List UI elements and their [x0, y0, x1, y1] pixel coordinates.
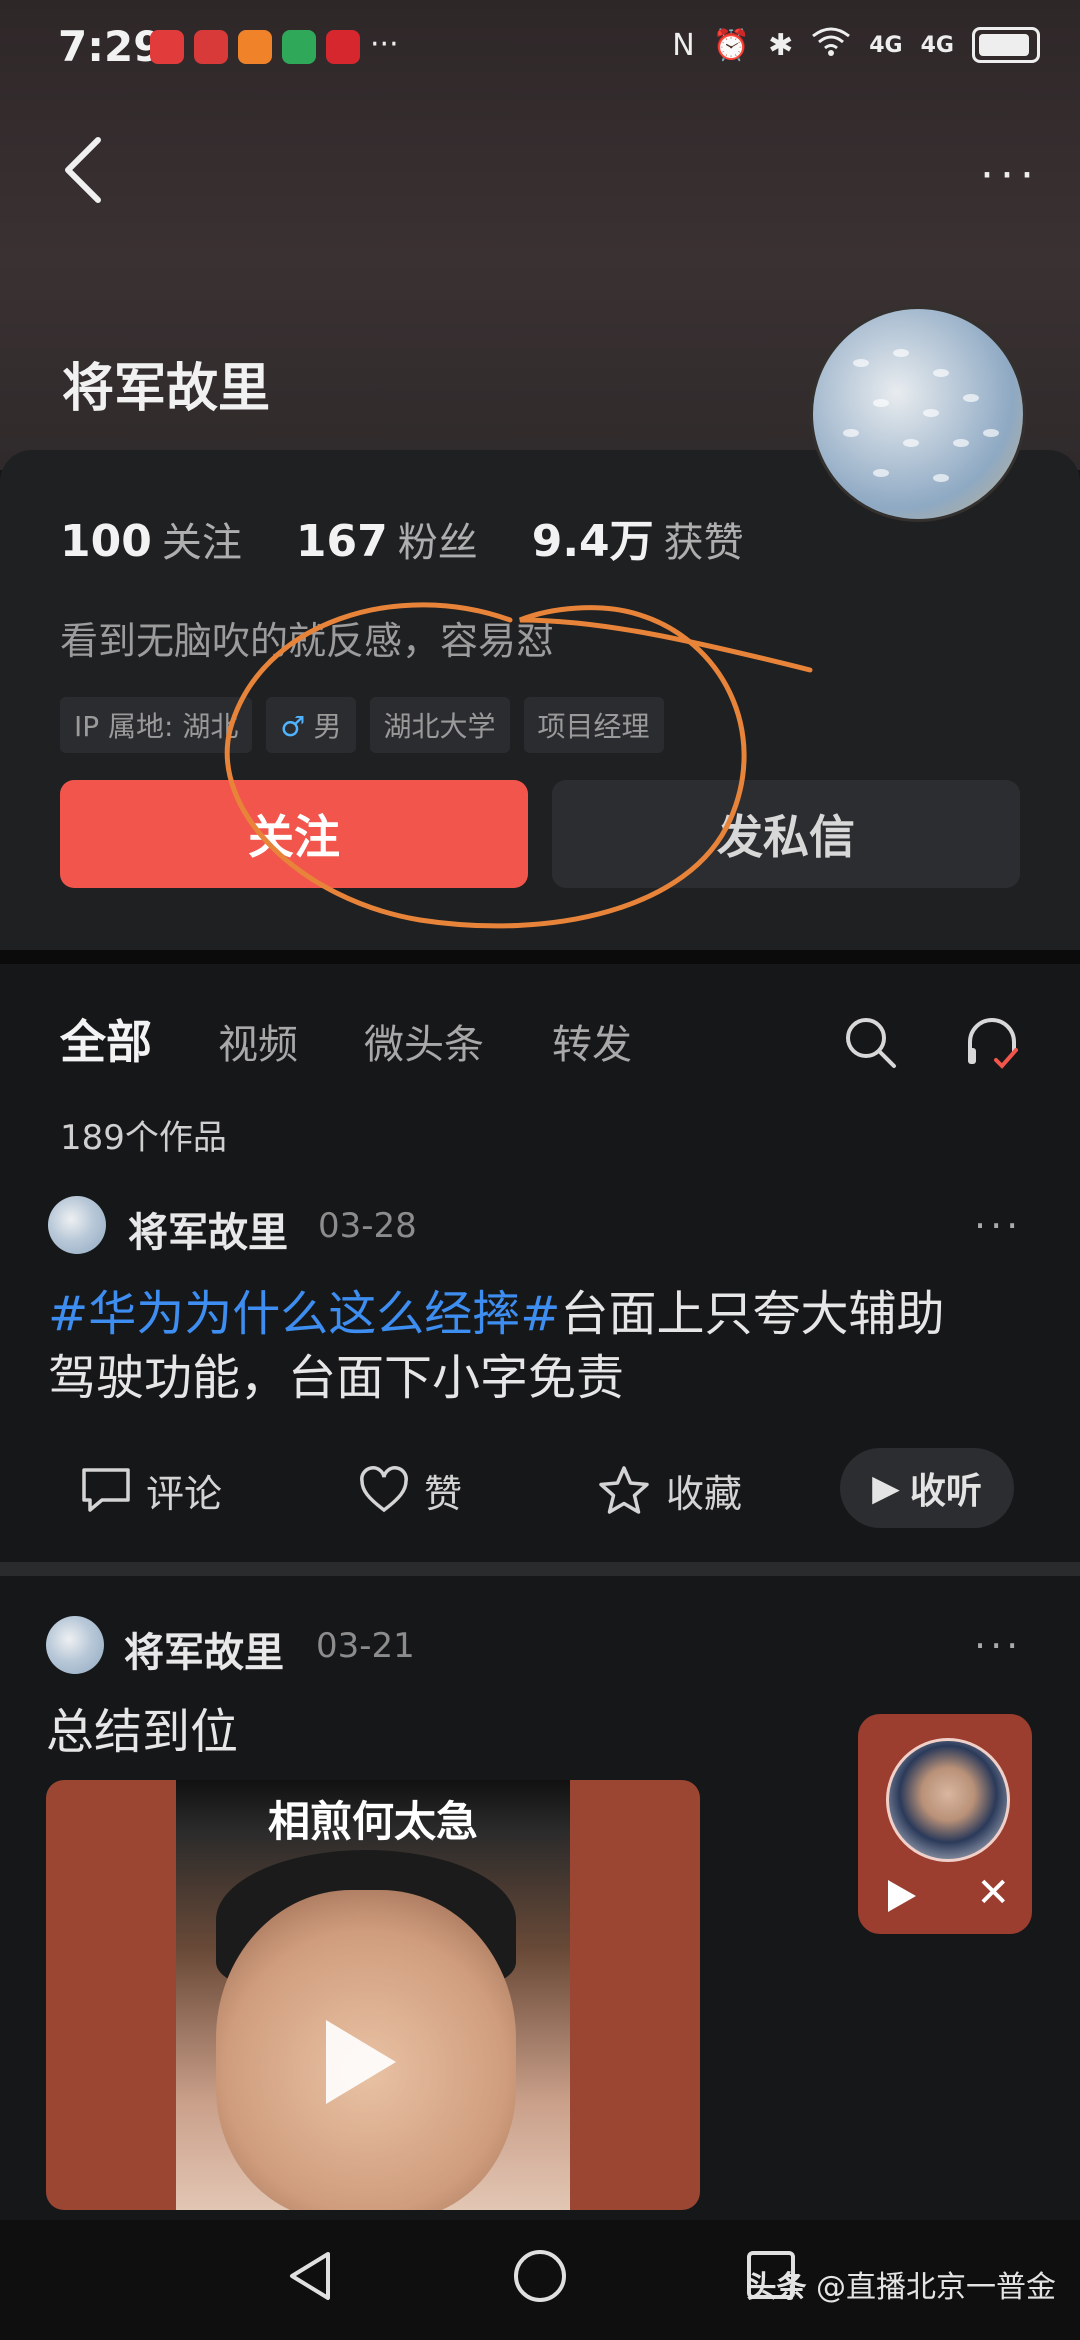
more-options-icon[interactable]: ···	[980, 150, 1040, 201]
content-tabs	[0, 964, 1080, 1084]
post-more-icon[interactable]: ···	[974, 1204, 1022, 1248]
post-author-avatar[interactable]	[46, 1616, 104, 1674]
floating-player-thumbnail[interactable]	[886, 1738, 1010, 1862]
video-play-icon[interactable]	[326, 2020, 396, 2104]
collect-label: 收藏	[666, 1471, 743, 1516]
headphone-icon[interactable]	[962, 1014, 1022, 1078]
status-bar: 7:29 ··· N ⏰ ✱ 4G 4G	[0, 0, 1080, 100]
nfc-icon: N	[672, 27, 695, 63]
collect-button[interactable]: 收藏	[596, 1463, 742, 1518]
profile-avatar[interactable]	[810, 306, 1026, 522]
post-author-avatar[interactable]	[48, 1196, 106, 1254]
post-author-name[interactable]: 将军故里	[128, 1200, 288, 1258]
profile-name: 将军故里	[62, 359, 271, 419]
works-count: 189个作品	[60, 1118, 227, 1158]
annotation-circle	[224, 602, 813, 929]
floating-player[interactable]: ✕	[858, 1714, 1032, 1934]
play-icon: ▶	[872, 1467, 900, 1509]
back-arrow-icon[interactable]	[58, 130, 108, 210]
nav-home-icon[interactable]	[512, 2248, 568, 2308]
status-time: 7:29	[58, 22, 163, 71]
comment-button[interactable]: 评论	[80, 1463, 358, 1518]
listen-label: 收听	[909, 1471, 982, 1512]
heart-icon	[360, 1466, 408, 1513]
post-date: 03-21	[316, 1626, 415, 1666]
post-date: 03-28	[318, 1206, 417, 1246]
floating-close-icon[interactable]: ✕	[976, 1870, 1010, 1916]
tab-all[interactable]: 全部	[60, 1006, 152, 1072]
post-author-name[interactable]: 将军故里	[124, 1620, 284, 1678]
more-notifications-icon: ···	[370, 27, 399, 62]
app-notification-icon	[238, 30, 272, 64]
app-notification-icon	[150, 30, 184, 64]
system-icons: N ⏰ ✱ 4G 4G	[672, 26, 1040, 64]
star-icon	[599, 1466, 649, 1514]
notification-icons: ···	[150, 30, 399, 70]
signal-icon: 4G	[869, 32, 903, 58]
like-button[interactable]: 赞	[358, 1463, 596, 1518]
watermark-brand: 头条	[746, 2270, 807, 2305]
watermark: 头条 @直播北京一普金	[746, 2262, 1056, 2306]
following-count[interactable]: 100	[60, 516, 152, 567]
video-thumbnail[interactable]: 相煎何太急	[46, 1780, 700, 2210]
post-text[interactable]: #华为为什么这么经摔#台面上只夸大辅助 驾驶功能，台面下小字免责	[48, 1282, 1048, 1410]
app-notification-icon	[194, 30, 228, 64]
alarm-icon: ⏰	[712, 27, 751, 63]
comment-label: 评论	[146, 1471, 223, 1516]
tab-video[interactable]: 视频	[218, 1012, 298, 1070]
battery-icon	[972, 27, 1040, 63]
listen-button[interactable]: ▶ 收听	[840, 1448, 1014, 1528]
tab-repost[interactable]: 转发	[552, 1012, 632, 1070]
post-more-icon[interactable]: ···	[974, 1624, 1022, 1668]
app-notification-icon	[326, 30, 360, 64]
nav-back-icon[interactable]	[284, 2248, 336, 2308]
app-notification-icon	[282, 30, 316, 64]
signal-icon: 4G	[920, 32, 954, 58]
bluetooth-icon: ✱	[768, 27, 794, 63]
video-caption: 相煎何太急	[267, 1797, 478, 1846]
like-label: 赞	[424, 1471, 463, 1516]
section-divider	[0, 950, 1080, 964]
post-hashtag[interactable]: #华为为什么这么经摔#	[48, 1286, 560, 1342]
search-icon[interactable]	[842, 1014, 898, 1074]
post-text-line2: 驾驶功能，台面下小字免责	[48, 1350, 625, 1406]
watermark-handle: @直播北京一普金	[816, 2270, 1056, 2305]
post-text-line1: 台面上只夸大辅助	[560, 1286, 945, 1342]
post-separator	[0, 1562, 1080, 1576]
wifi-icon	[811, 26, 851, 64]
floating-play-icon[interactable]	[888, 1880, 916, 1912]
post-actions: 评论 赞 收藏	[80, 1450, 742, 1530]
tab-micro-post[interactable]: 微头条	[364, 1012, 484, 1070]
comment-icon	[82, 1468, 130, 1512]
